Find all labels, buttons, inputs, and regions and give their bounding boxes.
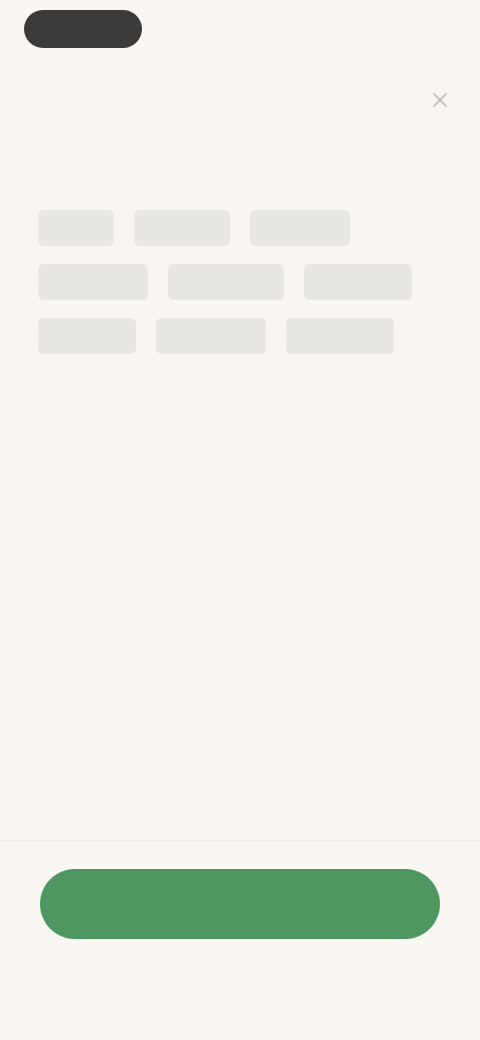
chip-row: [32, 264, 448, 300]
option-chip[interactable]: [38, 264, 148, 300]
option-chip[interactable]: [304, 264, 412, 300]
status-bar-pill: [24, 10, 142, 48]
top-bar: [0, 78, 480, 122]
option-chip[interactable]: [156, 318, 266, 354]
main-content: [32, 160, 448, 372]
option-chip-group: [32, 210, 448, 354]
option-chip[interactable]: [168, 264, 284, 300]
option-chip[interactable]: [286, 318, 394, 354]
close-icon: [433, 93, 447, 107]
chip-row: [32, 210, 448, 246]
option-chip[interactable]: [38, 318, 136, 354]
footer-bar: [0, 840, 480, 1040]
app-screen: [0, 0, 480, 1040]
option-chip[interactable]: [134, 210, 230, 246]
option-chip[interactable]: [38, 210, 114, 246]
chip-row: [32, 318, 448, 354]
close-button[interactable]: [424, 84, 456, 116]
continue-button[interactable]: [40, 869, 440, 939]
option-chip[interactable]: [250, 210, 350, 246]
